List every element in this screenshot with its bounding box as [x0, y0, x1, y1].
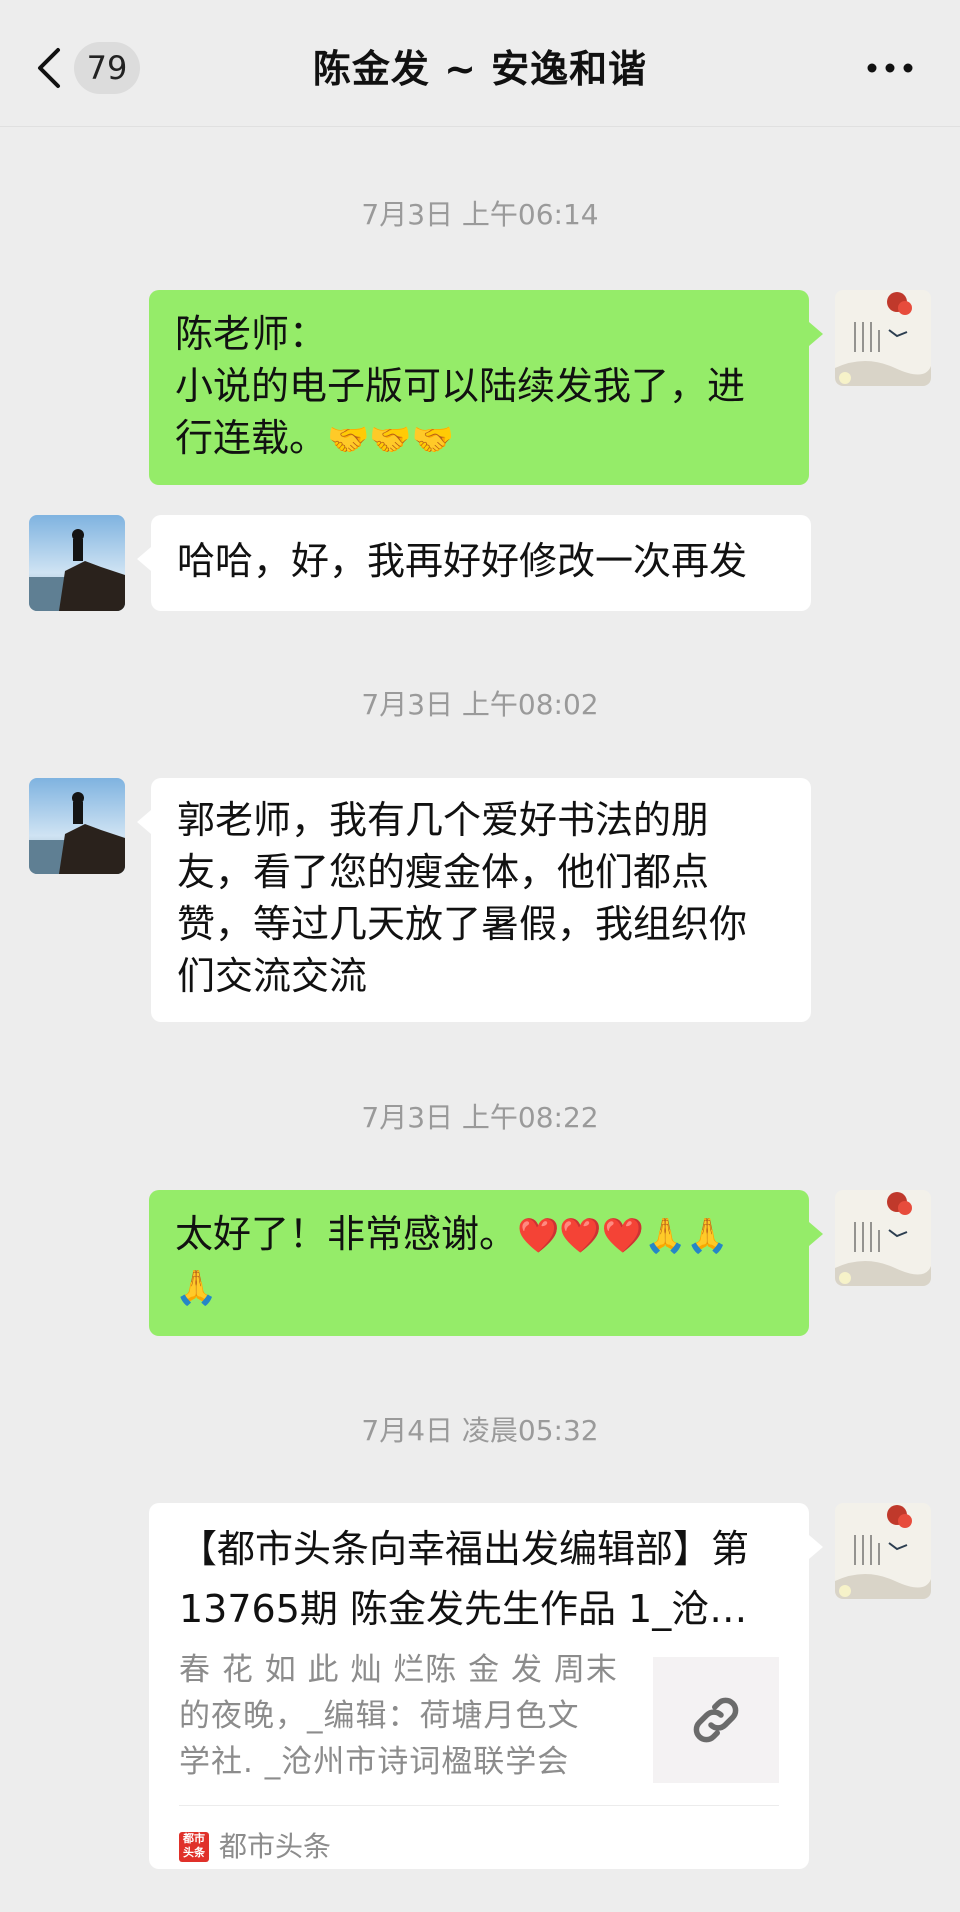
link-card-divider [179, 1805, 779, 1806]
more-options-button[interactable] [860, 46, 920, 90]
message-text: 友，看了您的瘦金体，他们都点 [177, 850, 710, 894]
pray-emoji: 🙏 [175, 1268, 218, 1308]
source-name: 都市头条 [219, 1830, 332, 1863]
link-card-description: 学社. _沧州市诗词楹联学会 [179, 1744, 570, 1780]
message-text: 小说的电子版可以陆续发我了，进 [175, 364, 746, 408]
link-card-message[interactable]: 【都市头条向幸福出发编辑部】第 13765期 陈金发先生作品 1_沧… 春 花 … [149, 1503, 823, 1869]
message-text: 们交流交流 [177, 954, 368, 998]
chat-header: 79 陈金发 ~ 安逸和谐 [0, 0, 960, 127]
message-timestamp: 7月3日 上午08:22 [361, 1101, 599, 1134]
contact-avatar[interactable] [29, 515, 125, 611]
more-dots-icon [867, 63, 913, 73]
link-card-source: 都市头条 都市头条 [179, 1821, 331, 1873]
my-avatar[interactable] [835, 1190, 931, 1286]
message-text: 赞，等过几天放了暑假，我组织你 [177, 902, 748, 946]
message-timestamp: 7月4日 凌晨05:32 [361, 1414, 599, 1447]
message-timestamp: 7月3日 上午08:02 [361, 688, 599, 721]
my-avatar[interactable] [835, 290, 931, 386]
my-avatar[interactable] [835, 1503, 931, 1599]
message-text: 哈哈，好，我再好好修改一次再发 [177, 539, 748, 583]
chat-title: 陈金发 ~ 安逸和谐 [312, 47, 648, 91]
message-bubble-sent[interactable]: 太好了！非常感谢。❤️❤️❤️🙏🙏 🙏 [149, 1190, 823, 1336]
contact-avatar[interactable] [29, 778, 125, 874]
heart-pray-emoji: ❤️❤️❤️🙏🙏 [517, 1216, 729, 1256]
link-card-title: 【都市头条向幸福出发编辑部】第 [179, 1527, 750, 1571]
message-bubble-sent[interactable]: 陈老师： 小说的电子版可以陆续发我了，进 行连载。🤝🤝🤝 [149, 290, 823, 485]
link-card-description: 的夜晚，_编辑：荷塘月色文 [179, 1698, 580, 1734]
link-card-title: 13765期 陈金发先生作品 1_沧… [179, 1587, 748, 1631]
message-bubble-received[interactable]: 郭老师，我有几个爱好书法的朋 友，看了您的瘦金体，他们都点 赞，等过几天放了暑假… [137, 778, 811, 1022]
link-card-description: 春 花 如 此 灿 烂陈 金 发 周末 [179, 1652, 618, 1688]
dushi-toutiao-logo-icon: 都市头条 [179, 1832, 209, 1862]
message-bubble-received[interactable]: 哈哈，好，我再好好修改一次再发 [137, 515, 811, 611]
handshake-emoji: 🤝🤝🤝 [327, 420, 455, 460]
message-timestamp: 7月3日 上午06:14 [361, 198, 599, 231]
message-text: 行连载。 [175, 416, 328, 460]
link-icon [693, 1697, 739, 1743]
message-text: 郭老师，我有几个爱好书法的朋 [177, 798, 710, 842]
link-thumbnail [653, 1657, 779, 1783]
message-text: 太好了！非常感谢。 [175, 1212, 518, 1256]
message-text: 陈老师： [175, 312, 328, 356]
